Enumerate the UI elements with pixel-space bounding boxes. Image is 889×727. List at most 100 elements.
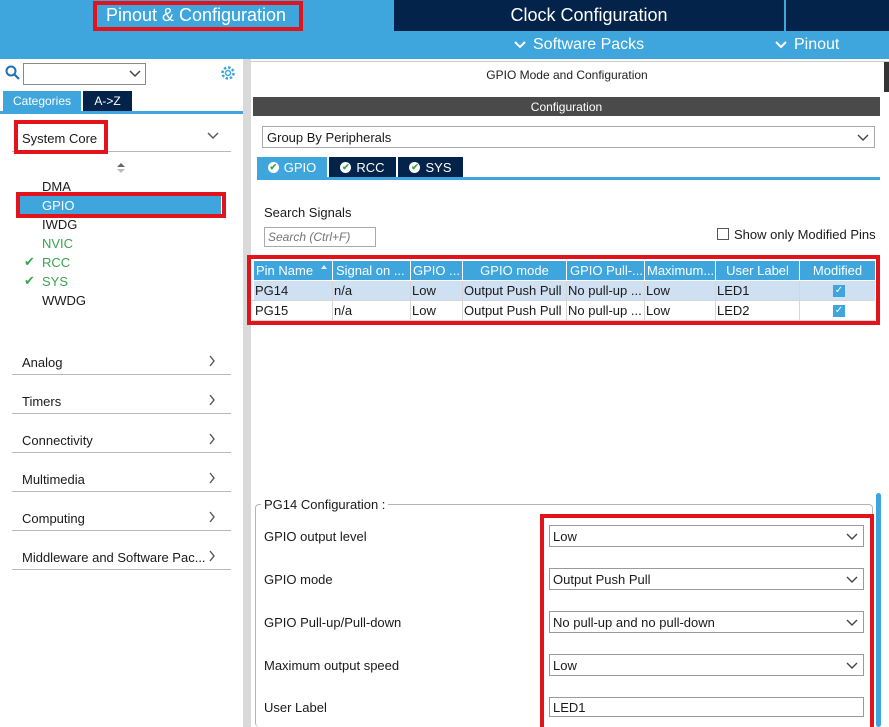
label-user-label: User Label xyxy=(264,699,327,715)
check-circle-icon: ✔ xyxy=(409,161,421,173)
tab-categories[interactable]: Categories xyxy=(3,91,81,111)
table-cell: Output Push Pull xyxy=(461,281,567,300)
sort-icon[interactable] xyxy=(116,162,126,174)
section-computing[interactable]: Computing xyxy=(22,508,222,528)
modified-checkbox[interactable]: ✓ xyxy=(833,304,845,317)
panel-border xyxy=(251,61,889,62)
panel-splitter[interactable] xyxy=(243,59,251,727)
tab-clock-configuration[interactable]: Clock Configuration xyxy=(394,0,784,31)
col-signal[interactable]: Signal on ... xyxy=(333,261,411,280)
label-gpio-output-level: GPIO output level xyxy=(264,528,367,544)
table-cell: PG15 xyxy=(252,301,333,320)
search-signals-input[interactable] xyxy=(264,227,376,247)
section-divider xyxy=(12,530,231,531)
section-connectivity[interactable]: Connectivity xyxy=(22,430,222,450)
modified-checkbox[interactable]: ✓ xyxy=(833,284,845,297)
chevron-right-icon[interactable] xyxy=(208,510,216,524)
category-search-combo[interactable] xyxy=(23,63,146,85)
col-gpio-mode[interactable]: GPIO mode xyxy=(463,261,567,280)
select-gpio-mode[interactable]: Output Push Pull xyxy=(549,568,864,590)
tree-item-gpio[interactable]: GPIO xyxy=(42,196,75,214)
sort-asc-icon xyxy=(321,265,327,269)
section-divider xyxy=(12,413,231,414)
check-circle-icon: ✔ xyxy=(340,161,352,173)
tree-item-sys[interactable]: SYS xyxy=(42,272,68,290)
check-icon: ✔ xyxy=(24,254,35,269)
section-divider xyxy=(12,491,231,492)
table-cell: Low xyxy=(409,281,463,300)
section-divider xyxy=(12,151,231,152)
section-multimedia[interactable]: Multimedia xyxy=(22,469,222,489)
label-gpio-mode: GPIO mode xyxy=(264,571,333,587)
table-cell: No pull-up ... xyxy=(565,281,645,300)
tab-pinout-configuration[interactable]: Pinout & Configuration xyxy=(0,0,392,31)
tab-a-to-z[interactable]: A->Z xyxy=(83,91,132,111)
tab-extra[interactable] xyxy=(786,0,889,31)
section-middleware[interactable]: Middleware and Software Pac... xyxy=(22,547,222,567)
section-analog[interactable]: Analog xyxy=(22,352,222,372)
chevron-right-icon[interactable] xyxy=(208,393,216,407)
tree-item-iwdg[interactable]: IWDG xyxy=(42,215,77,233)
select-max-output-speed[interactable]: Low xyxy=(549,654,864,676)
pinout-menu[interactable]: Pinout xyxy=(774,33,839,57)
chevron-down-icon xyxy=(775,41,787,49)
chevron-right-icon[interactable] xyxy=(208,432,216,446)
scrollbar[interactable] xyxy=(876,493,881,727)
sub-menu-bar xyxy=(0,31,889,59)
chevron-down-icon xyxy=(514,41,526,49)
software-packs-menu[interactable]: Software Packs xyxy=(513,33,644,57)
tree-item-wwdg[interactable]: WWDG xyxy=(42,291,86,309)
modified-cell: ✓ xyxy=(800,301,875,320)
group-by-select[interactable]: Group By Peripherals xyxy=(262,126,875,148)
chevron-right-icon[interactable] xyxy=(208,354,216,368)
input-user-label[interactable]: LED1 xyxy=(549,697,864,717)
check-icon: ✔ xyxy=(24,273,35,288)
tab-sys[interactable]: ✔ SYS xyxy=(398,157,463,177)
show-modified-label: Show only Modified Pins xyxy=(734,226,876,242)
chevron-down-icon xyxy=(846,662,858,669)
col-gpio-pull[interactable]: GPIO Pull-... xyxy=(567,261,645,280)
chevron-down-icon xyxy=(129,70,141,78)
section-timers[interactable]: Timers xyxy=(22,391,222,411)
section-divider xyxy=(12,374,231,375)
tree-item-rcc[interactable]: RCC xyxy=(42,253,70,271)
label-gpio-pull: GPIO Pull-up/Pull-down xyxy=(264,614,402,630)
tab-rcc[interactable]: ✔ RCC xyxy=(329,157,396,177)
section-system-core[interactable]: System Core xyxy=(22,128,222,148)
table-cell: No pull-up ... xyxy=(565,301,645,320)
table-cell: PG14 xyxy=(252,281,333,300)
select-gpio-pull[interactable]: No pull-up and no pull-down xyxy=(549,611,864,633)
table-cell: Output Push Pull xyxy=(461,301,567,320)
chevron-right-icon[interactable] xyxy=(208,549,216,563)
table-cell: Low xyxy=(643,301,716,320)
col-gpio-output[interactable]: GPIO ... xyxy=(411,261,463,280)
section-divider xyxy=(12,452,231,453)
row-divider xyxy=(252,300,875,301)
table-cell: LED1 xyxy=(714,281,800,300)
tree-item-dma[interactable]: DMA xyxy=(42,177,71,195)
tree-item-nvic[interactable]: NVIC xyxy=(42,234,73,252)
tab-underline xyxy=(257,177,880,180)
resize-handle[interactable] xyxy=(884,62,889,92)
chevron-down-icon xyxy=(846,533,858,540)
search-signals-label: Search Signals xyxy=(264,204,352,220)
page-title: GPIO Mode and Configuration xyxy=(486,68,648,82)
chevron-right-icon[interactable] xyxy=(208,471,216,485)
col-pin-name[interactable]: Pin Name xyxy=(254,261,333,280)
col-user-label[interactable]: User Label xyxy=(716,261,800,280)
tab-gpio[interactable]: ✔ GPIO xyxy=(257,157,327,177)
chevron-down-icon[interactable] xyxy=(206,131,220,141)
gear-icon[interactable] xyxy=(219,64,237,85)
show-modified-checkbox[interactable] xyxy=(717,228,729,240)
col-max-speed[interactable]: Maximum... xyxy=(645,261,716,280)
select-gpio-output-level[interactable]: Low xyxy=(549,525,864,547)
modified-cell: ✓ xyxy=(800,281,875,300)
section-divider xyxy=(12,569,231,570)
chevron-down-icon xyxy=(857,134,869,141)
tab-underline xyxy=(0,111,243,114)
configuration-bar: Configuration xyxy=(253,97,880,116)
table-cell: Low xyxy=(643,281,716,300)
pin-config-legend: PG14 Configuration : xyxy=(261,495,389,513)
search-icon xyxy=(5,65,21,84)
col-modified[interactable]: Modified xyxy=(800,261,875,280)
